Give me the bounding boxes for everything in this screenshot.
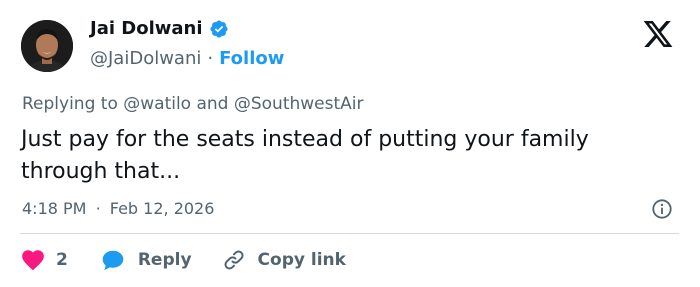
timestamp-time[interactable]: 4:18 PM — [22, 199, 86, 218]
divider — [20, 233, 679, 234]
reply-bubble-icon — [102, 250, 124, 271]
author-name[interactable]: Jai Dolwani — [90, 18, 203, 39]
avatar[interactable] — [21, 20, 73, 72]
author-name-row: Jai Dolwani — [90, 18, 229, 39]
heart-icon — [22, 250, 44, 271]
link-icon — [224, 250, 244, 270]
avatar-photo — [21, 20, 73, 72]
like-button[interactable]: 2 — [20, 247, 68, 273]
action-bar: 2 Reply Copy link — [20, 245, 346, 275]
copy-link-label: Copy link — [257, 250, 346, 270]
reply-label: Reply — [137, 250, 192, 270]
info-icon[interactable] — [651, 198, 673, 220]
follow-button[interactable]: Follow — [219, 48, 284, 69]
handle-separator: · — [207, 48, 214, 69]
tweet-text: Just pay for the seats instead of puttin… — [21, 127, 589, 184]
reply-button[interactable]: Reply — [100, 247, 192, 273]
like-count: 2 — [56, 250, 68, 270]
author-handle-row: @JaiDolwani · Follow — [90, 48, 284, 69]
verified-badge-icon — [209, 19, 228, 38]
author-handle[interactable]: @JaiDolwani — [90, 48, 201, 69]
timestamp[interactable]: 4:18 PM · Feb 12, 2026 — [22, 199, 214, 218]
copy-link-button[interactable]: Copy link — [222, 248, 346, 272]
x-logo-icon[interactable] — [640, 18, 676, 50]
timestamp-date[interactable]: Feb 12, 2026 — [110, 199, 215, 218]
replying-to-context: Replying to @watilo and @SouthwestAir — [22, 94, 364, 114]
timestamp-separator: · — [95, 199, 101, 218]
